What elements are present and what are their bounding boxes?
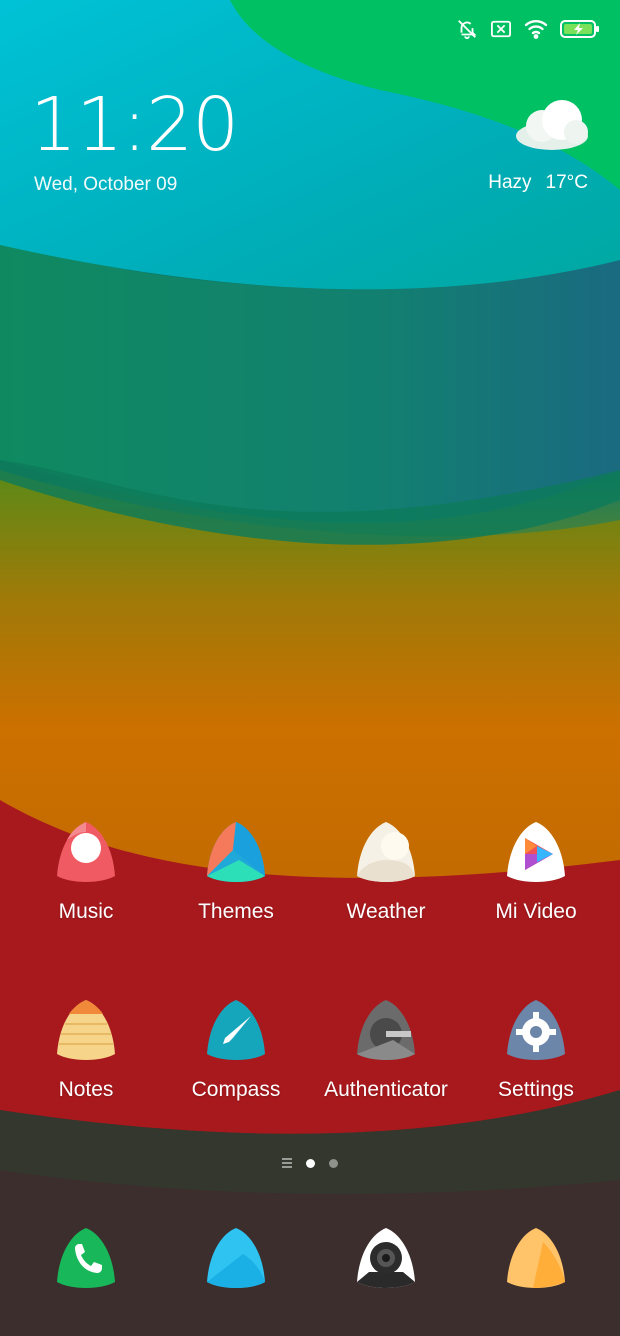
app-label: Weather — [346, 900, 426, 923]
page-dot-2[interactable] — [329, 1158, 338, 1168]
wifi-icon — [524, 19, 548, 39]
no-sim-icon — [490, 19, 512, 39]
app-music[interactable]: Music — [11, 820, 161, 924]
weather-temperature: 17°C — [545, 172, 588, 193]
compass-icon — [207, 1000, 265, 1060]
app-compass[interactable]: Compass — [161, 998, 311, 1102]
cloud-icon[interactable] — [512, 98, 592, 159]
app-settings[interactable]: Settings — [461, 998, 611, 1102]
status-bar — [456, 14, 600, 44]
app-drawer-lines-icon[interactable] — [282, 1158, 292, 1168]
app-authenticator[interactable]: Authenticator — [311, 998, 461, 1102]
themes-icon — [207, 822, 265, 882]
app-mi-video[interactable]: Mi Video — [461, 820, 611, 924]
app-notes[interactable]: Notes — [11, 998, 161, 1102]
clock[interactable]: 11:20 — [30, 88, 239, 162]
messaging-icon — [207, 1228, 265, 1288]
date[interactable]: Wed, October 09 — [34, 174, 177, 196]
dock-camera[interactable] — [353, 1226, 419, 1292]
app-label: Mi Video — [495, 900, 577, 923]
app-label: Themes — [198, 900, 274, 923]
wallpaper — [0, 0, 620, 1336]
dock-messaging[interactable] — [203, 1226, 269, 1292]
camera-icon — [357, 1228, 415, 1288]
dock-phone[interactable] — [53, 1226, 119, 1292]
browser-icon — [507, 1228, 565, 1288]
battery-charging-icon — [560, 19, 600, 39]
app-label: Authenticator — [324, 1078, 448, 1101]
page-dot-1[interactable] — [306, 1158, 315, 1168]
mi-video-icon — [507, 822, 565, 882]
app-label: Settings — [498, 1078, 574, 1101]
page-indicator[interactable] — [282, 1158, 338, 1168]
phone-icon — [57, 1228, 115, 1288]
weather-summary[interactable]: Hazy 17°C — [488, 172, 588, 194]
silent-alarm-icon — [456, 18, 478, 40]
notes-icon — [57, 1000, 115, 1060]
dock-browser[interactable] — [503, 1226, 569, 1292]
app-themes[interactable]: Themes — [161, 820, 311, 924]
app-label: Compass — [191, 1078, 281, 1101]
settings-gear-icon — [507, 1000, 565, 1060]
app-weather[interactable]: Weather — [311, 820, 461, 924]
app-label: Notes — [58, 1078, 114, 1101]
authenticator-icon — [357, 1000, 415, 1060]
app-label: Music — [58, 900, 114, 923]
music-icon — [57, 822, 115, 882]
weather-condition: Hazy — [488, 172, 532, 193]
weather-app-icon — [357, 822, 415, 882]
